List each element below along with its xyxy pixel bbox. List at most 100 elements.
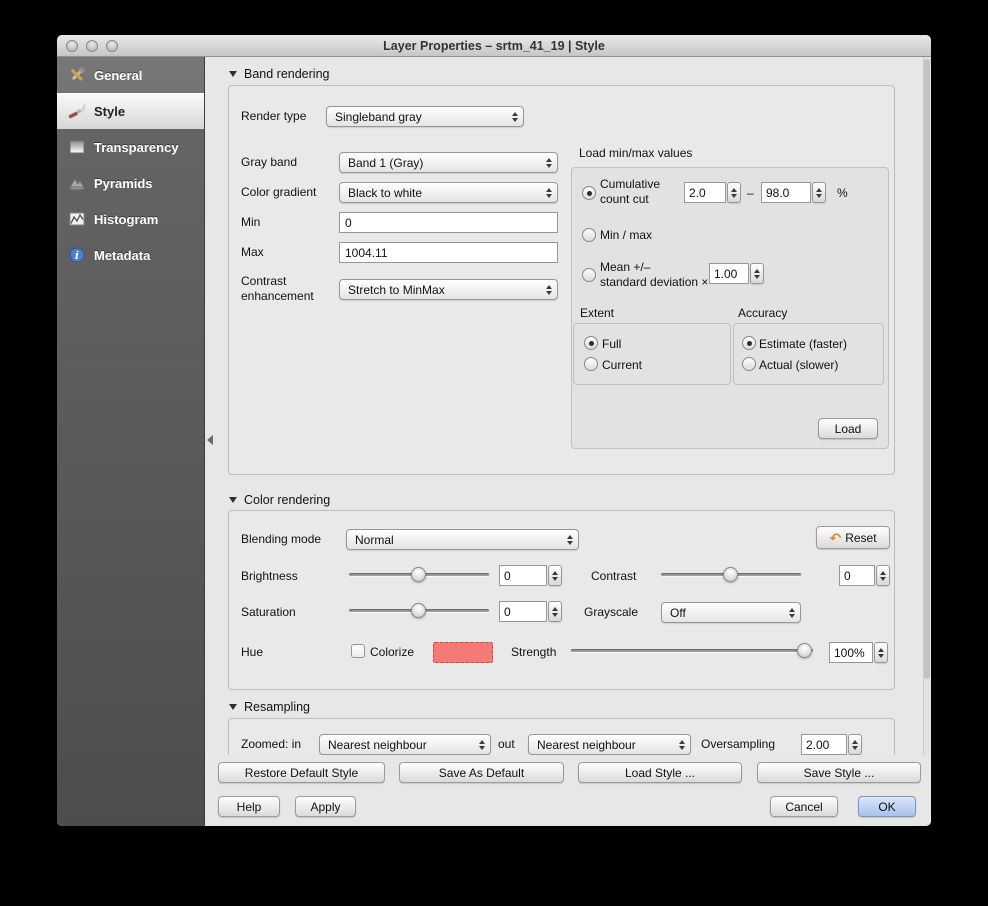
load-button[interactable]: Load <box>818 418 878 439</box>
close-window-button[interactable] <box>66 40 78 52</box>
render-type-label: Render type <box>241 109 307 123</box>
general-tools-icon <box>68 66 86 84</box>
colorize-checkbox[interactable] <box>351 644 365 658</box>
ok-button[interactable]: OK <box>858 796 916 817</box>
band-rendering-header[interactable]: Band rendering <box>229 67 329 81</box>
brightness-spinbox[interactable]: 0 <box>499 565 562 586</box>
slider-track <box>571 649 813 652</box>
zoomed-out-dropdown[interactable]: Nearest neighbour <box>528 734 691 755</box>
contrast-enhancement-dropdown[interactable]: Stretch to MinMax <box>339 279 558 300</box>
colorize-color-swatch[interactable] <box>433 642 493 663</box>
saturation-label: Saturation <box>241 605 296 619</box>
blending-mode-dropdown[interactable]: Normal <box>346 529 579 550</box>
cumulative-min-spinbox[interactable]: 2.0 <box>684 182 741 203</box>
saturation-spinbox[interactable]: 0 <box>499 601 562 622</box>
sidebar-item-metadata[interactable]: i Metadata <box>57 237 204 273</box>
gray-band-dropdown[interactable]: Band 1 (Gray) <box>339 152 558 173</box>
accuracy-actual-label: Actual (slower) <box>759 358 839 372</box>
sidebar-item-label: Style <box>94 103 126 119</box>
load-style-button[interactable]: Load Style ... <box>578 762 742 783</box>
render-type-dropdown[interactable]: Singleband gray <box>326 106 524 127</box>
sidebar-item-label: Pyramids <box>94 175 153 191</box>
sidebar-item-transparency[interactable]: Transparency <box>57 129 204 165</box>
contrast-slider-thumb[interactable] <box>723 567 738 582</box>
zoomed-in-value: Nearest neighbour <box>328 737 427 752</box>
restore-default-style-button[interactable]: Restore Default Style <box>218 762 385 783</box>
oversampling-value: 2.00 <box>801 734 847 755</box>
cancel-button[interactable]: Cancel <box>770 796 838 817</box>
brightness-slider-thumb[interactable] <box>411 567 426 582</box>
transparency-gradient-icon <box>68 138 86 156</box>
accuracy-estimate-radio[interactable] <box>742 336 756 350</box>
accuracy-groupbox: Estimate (faster) Actual (slower) <box>733 323 884 385</box>
colorize-label: Colorize <box>370 645 415 659</box>
save-style-button[interactable]: Save Style ... <box>757 762 921 783</box>
resampling-header[interactable]: Resampling <box>229 700 310 714</box>
stepper-arrows-icon[interactable] <box>548 565 562 586</box>
brightness-slider[interactable] <box>349 566 489 582</box>
color-rendering-header[interactable]: Color rendering <box>229 493 330 507</box>
stepper-arrows-icon[interactable] <box>874 642 888 663</box>
sidebar-item-pyramids[interactable]: Pyramids <box>57 165 204 201</box>
apply-button[interactable]: Apply <box>295 796 356 817</box>
mean-stddev-radio[interactable] <box>582 268 596 282</box>
histogram-chart-icon <box>68 210 86 228</box>
accuracy-actual-radio[interactable] <box>742 357 756 371</box>
cumulative-min-value: 2.0 <box>684 182 726 203</box>
load-minmax-groupbox: Cumulative count cut 2.0 – 98.0 % Min / … <box>571 167 889 449</box>
minimize-window-button[interactable] <box>86 40 98 52</box>
zoomed-out-value: Nearest neighbour <box>537 737 636 752</box>
collapse-triangle-icon <box>229 71 237 77</box>
cumulative-count-cut-radio[interactable] <box>582 186 596 200</box>
mean-stddev-label: Mean +/– standard deviation × <box>600 260 708 290</box>
sidebar-item-style[interactable]: Style <box>57 93 204 129</box>
color-gradient-dropdown[interactable]: Black to white <box>339 182 558 203</box>
zoomed-in-dropdown[interactable]: Nearest neighbour <box>319 734 491 755</box>
strength-slider-thumb[interactable] <box>797 643 812 658</box>
vertical-scrollbar[interactable] <box>923 57 931 755</box>
scrollbar-thumb[interactable] <box>924 59 930 679</box>
extent-full-radio[interactable] <box>584 336 598 350</box>
grayscale-label: Grayscale <box>584 605 639 619</box>
contrast-spinbox[interactable]: 0 <box>839 565 890 586</box>
contrast-enhancement-label-line2: enhancement <box>241 289 314 303</box>
mean-stddev-spinbox[interactable]: 1.00 <box>709 263 764 284</box>
dropdown-arrows-icon <box>674 735 690 754</box>
contrast-slider[interactable] <box>661 566 801 582</box>
oversampling-spinbox[interactable]: 2.00 <box>801 734 862 755</box>
panel-collapse-handle-icon[interactable] <box>207 435 213 445</box>
stepper-arrows-icon[interactable] <box>548 601 562 622</box>
stepper-arrows-icon[interactable] <box>812 182 826 203</box>
stepper-arrows-icon[interactable] <box>876 565 890 586</box>
stepper-arrows-icon[interactable] <box>727 182 741 203</box>
contrast-enhancement-value: Stretch to MinMax <box>348 282 445 297</box>
mean-stddev-value: 1.00 <box>709 263 749 284</box>
stepper-arrows-icon[interactable] <box>848 734 862 755</box>
grayscale-dropdown[interactable]: Off <box>661 602 801 623</box>
strength-slider[interactable] <box>571 642 813 658</box>
strength-spinbox[interactable]: 100% <box>829 642 888 663</box>
reset-button-label: Reset <box>845 530 877 545</box>
sidebar-item-histogram[interactable]: Histogram <box>57 201 204 237</box>
max-input[interactable] <box>339 242 558 263</box>
titlebar[interactable]: Layer Properties – srtm_41_19 | Style <box>57 35 931 57</box>
paintbrush-icon <box>68 102 86 120</box>
saturation-slider-thumb[interactable] <box>411 603 426 618</box>
extent-current-radio[interactable] <box>584 357 598 371</box>
min-max-radio[interactable] <box>582 228 596 242</box>
reset-button[interactable]: ↶ Reset <box>816 526 890 549</box>
gray-band-value: Band 1 (Gray) <box>348 155 424 170</box>
save-as-default-button[interactable]: Save As Default <box>399 762 564 783</box>
sidebar-item-general[interactable]: General <box>57 57 204 93</box>
style-settings-panel: Band rendering Render type Singleband gr… <box>205 57 931 755</box>
stepper-arrows-icon[interactable] <box>750 263 764 284</box>
cumulative-max-spinbox[interactable]: 98.0 <box>761 182 826 203</box>
min-input[interactable] <box>339 212 558 233</box>
gray-band-label: Gray band <box>241 155 298 169</box>
contrast-enhancement-label: Contrast enhancement <box>241 274 314 304</box>
saturation-slider[interactable] <box>349 602 489 618</box>
saturation-value: 0 <box>499 601 547 622</box>
contrast-value: 0 <box>839 565 875 586</box>
help-button[interactable]: Help <box>218 796 280 817</box>
zoom-window-button[interactable] <box>106 40 118 52</box>
